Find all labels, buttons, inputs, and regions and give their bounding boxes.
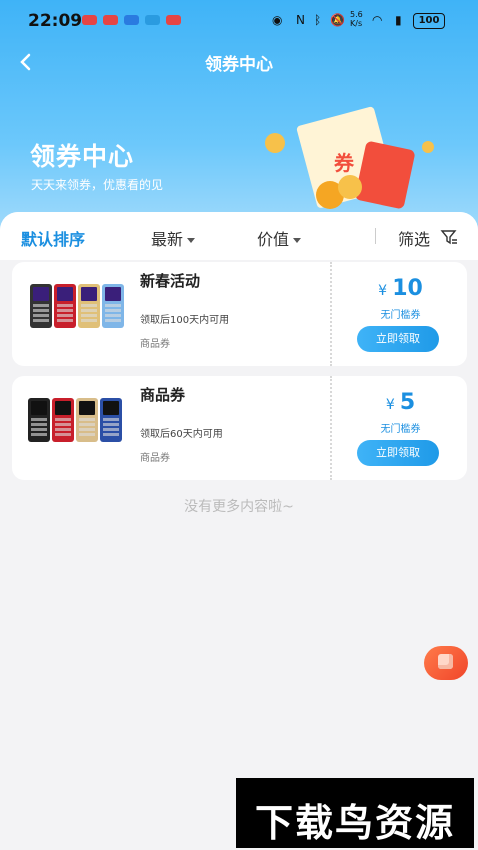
- filter-button[interactable]: 筛选: [398, 226, 430, 250]
- floating-cube-button[interactable]: [424, 646, 468, 680]
- amount-value: 5: [399, 390, 416, 415]
- status-bar: 22:09 ◉ N ᛒ 🔕 5.6 K/s ◠ ▮ 100: [0, 0, 478, 40]
- banner-subtitle: 天天来领券，优惠看的见: [31, 178, 164, 192]
- coupon-kind: 商品券: [140, 453, 170, 464]
- sort-value-tab[interactable]: 价值: [257, 226, 302, 250]
- mute-icon: 🔕: [330, 13, 345, 27]
- currency-symbol: ¥: [385, 397, 395, 413]
- sort-default-tab[interactable]: 默认排序: [21, 226, 85, 250]
- sort-bar: 默认排序 最新 价值 筛选: [0, 212, 478, 260]
- app-notification-icon: [166, 15, 181, 25]
- coupon-validity: 领取后100天内可用: [140, 315, 230, 326]
- cloud-notification-icon: [145, 15, 160, 25]
- coupon-illustration: 券: [265, 106, 434, 209]
- watermark-text: 下载鸟资源: [254, 801, 455, 845]
- bluetooth-icon: ᛒ: [314, 13, 322, 27]
- coupon-name: 商品券: [140, 386, 186, 404]
- sort-value-label: 价值: [257, 230, 290, 249]
- no-more-content: 没有更多内容啦~: [184, 499, 294, 515]
- coupon-name: 新春活动: [140, 272, 201, 290]
- app-notification-icon: [103, 15, 118, 25]
- coupon-threshold: 无门槛券: [380, 424, 421, 435]
- app-notification-icon: [82, 15, 97, 25]
- cube-icon: [438, 654, 453, 669]
- sort-latest-tab[interactable]: 最新: [151, 226, 196, 250]
- product-image: [26, 398, 136, 458]
- sort-latest-label: 最新: [151, 230, 184, 249]
- coupon-amount: ¥ 5: [334, 390, 467, 415]
- coupon-card[interactable]: 新春活动 领取后100天内可用 商品券 ¥ 10 无门槛券 立即领取: [12, 262, 467, 366]
- claim-button[interactable]: 立即领取: [357, 440, 439, 466]
- coupon-threshold: 无门槛券: [380, 310, 421, 321]
- claim-button[interactable]: 立即领取: [357, 326, 439, 352]
- app-notification-icon: [124, 15, 139, 25]
- currency-symbol: ¥: [378, 283, 388, 299]
- caret-down-icon: [187, 238, 196, 243]
- coupon-kind: 商品券: [140, 339, 170, 350]
- status-time: 22:09: [28, 11, 83, 31]
- coupon-illustration-text: 券: [333, 151, 355, 175]
- coupon-card[interactable]: 商品券 领取后60天内可用 商品券 ¥ 5 无门槛券 立即领取: [12, 376, 467, 480]
- navbar: 领券中心: [0, 40, 478, 84]
- coupon-amount: ¥ 10: [334, 276, 467, 301]
- product-image: [26, 284, 136, 344]
- coupon-validity: 领取后60天内可用: [140, 429, 223, 440]
- alert-icon: ▮: [395, 13, 402, 27]
- caret-down-icon: [293, 238, 302, 243]
- page-title: 领券中心: [205, 55, 273, 75]
- card-separator: [330, 376, 333, 480]
- wifi-icon: ◠: [372, 13, 383, 27]
- amount-value: 10: [392, 276, 423, 301]
- filter-icon[interactable]: [440, 228, 458, 246]
- battery-indicator: 100: [413, 13, 445, 29]
- watermark: 下载鸟资源: [236, 778, 474, 848]
- nfc-icon: N: [296, 13, 305, 27]
- card-separator: [330, 262, 333, 366]
- eye-icon: ◉: [272, 13, 283, 27]
- banner-title: 领券中心: [30, 142, 135, 171]
- network-speed: 5.6 K/s: [350, 10, 363, 28]
- sort-divider: [375, 228, 376, 244]
